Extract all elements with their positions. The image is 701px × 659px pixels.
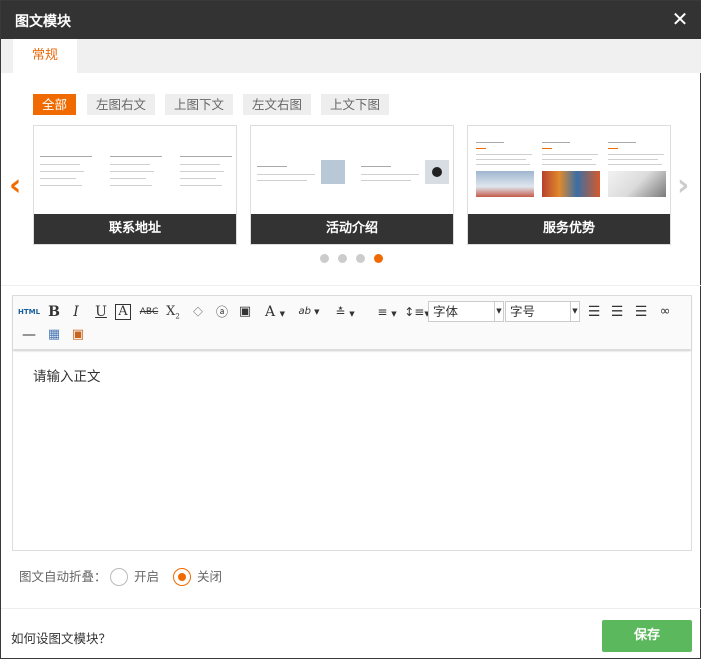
carousel-prev-chevron-icon[interactable]: ‹ (9, 171, 21, 201)
carousel-dot[interactable] (356, 254, 365, 263)
help-link[interactable]: 如何设图文模块？ (11, 628, 111, 647)
chevron-down-icon: ▼ (570, 302, 579, 321)
image-icon[interactable]: ▣ (68, 325, 88, 345)
font-family-select-value: 字体 (433, 304, 459, 319)
auto-fold-off-radio[interactable] (173, 568, 191, 586)
auto-fold-off-label[interactable]: 关闭 (197, 568, 222, 586)
align-center-icon[interactable]: ☰ (607, 302, 627, 322)
align-right-icon[interactable]: ☰ (631, 302, 651, 322)
filter-top-image-bottom-text[interactable]: 上图下文 (165, 94, 234, 115)
font-border-icon[interactable]: A (115, 304, 131, 320)
link-icon[interactable]: ∞ (655, 302, 675, 322)
chevron-down-icon: ▼ (494, 302, 503, 321)
dialog-title: 图文模块 (15, 14, 71, 30)
paragraph-spacing-icon[interactable]: ≛ ▼ (331, 302, 359, 322)
font-size-select-value: 字号 (510, 304, 536, 319)
template-preview-activity (251, 126, 453, 214)
template-card-contact[interactable]: 联系地址 (33, 125, 237, 245)
section-divider (1, 285, 701, 286)
filter-top-text-bottom-image[interactable]: 上文下图 (321, 94, 390, 115)
html-source-icon[interactable]: HTML (18, 302, 40, 322)
filter-left-text-right-image[interactable]: 左文右图 (243, 94, 312, 115)
editor-placeholder: 请输入正文 (33, 369, 101, 385)
save-button[interactable]: 保存 (602, 620, 692, 652)
template-card-label: 活动介绍 (251, 214, 453, 244)
table-icon[interactable]: ▦ (44, 325, 64, 345)
paste-text-icon[interactable]: ⓐ (212, 302, 232, 322)
dialog-footer: 如何设图文模块？ 保存 (1, 608, 701, 659)
auto-fold-on-label[interactable]: 开启 (134, 568, 159, 586)
auto-fold-on-radio[interactable] (110, 568, 128, 586)
template-card-activity[interactable]: 活动介绍 (250, 125, 454, 245)
close-icon[interactable]: ✕ (668, 7, 692, 31)
paste-word-icon[interactable]: ▣ (235, 302, 255, 322)
carousel-dot-active[interactable] (374, 254, 383, 263)
eraser-icon[interactable]: ◇ (188, 302, 208, 322)
underline-icon[interactable]: U (91, 302, 111, 322)
vertical-align-icon[interactable]: ≡ ▼ (373, 302, 401, 322)
template-card-label: 服务优势 (468, 214, 670, 244)
font-size-select[interactable]: 字号 ▼ (505, 301, 580, 322)
auto-fold-label: 图文自动折叠： (19, 569, 107, 584)
tab-bar: 常规 (1, 39, 701, 73)
align-left-icon[interactable]: ☰ (584, 302, 604, 322)
subscript-icon[interactable]: X2 (163, 302, 183, 322)
editor-toolbar: HTML B I U A ABC X2 ◇ ⓐ ▣ A ▼ ab ▼ ≛ ▼ ≡… (13, 296, 691, 350)
template-preview-service (468, 126, 670, 214)
rich-text-editor: HTML B I U A ABC X2 ◇ ⓐ ▣ A ▼ ab ▼ ≛ ▼ ≡… (12, 295, 692, 551)
font-color-icon[interactable]: A ▼ (261, 302, 289, 322)
filter-all[interactable]: 全部 (33, 94, 77, 115)
font-family-select[interactable]: 字体 ▼ (428, 301, 504, 322)
dialog-titlebar: 图文模块 ✕ (1, 1, 701, 39)
carousel-next-chevron-icon[interactable]: › (677, 171, 689, 201)
image-text-module-dialog: 图文模块 ✕ 常规 全部 左图右文 上图下文 左文右图 上文下图 ‹ › 联系地… (0, 0, 701, 659)
carousel-dot[interactable] (320, 254, 329, 263)
carousel-dot[interactable] (338, 254, 347, 263)
filter-left-image-right-text[interactable]: 左图右文 (87, 94, 156, 115)
tab-general[interactable]: 常规 (13, 39, 77, 73)
strikethrough-icon[interactable]: ABC (139, 302, 159, 322)
editor-content-area[interactable]: 请输入正文 (13, 351, 691, 550)
horizontal-rule-icon[interactable]: — (19, 325, 39, 345)
italic-icon[interactable]: I (66, 302, 86, 322)
line-height-icon[interactable]: ↕≡▼ (403, 302, 431, 322)
bold-icon[interactable]: B (44, 302, 64, 322)
template-card-label: 联系地址 (34, 214, 236, 244)
highlight-color-icon[interactable]: ab ▼ (295, 302, 323, 322)
template-card-service[interactable]: 服务优势 (467, 125, 671, 245)
template-preview-contact (34, 126, 236, 214)
